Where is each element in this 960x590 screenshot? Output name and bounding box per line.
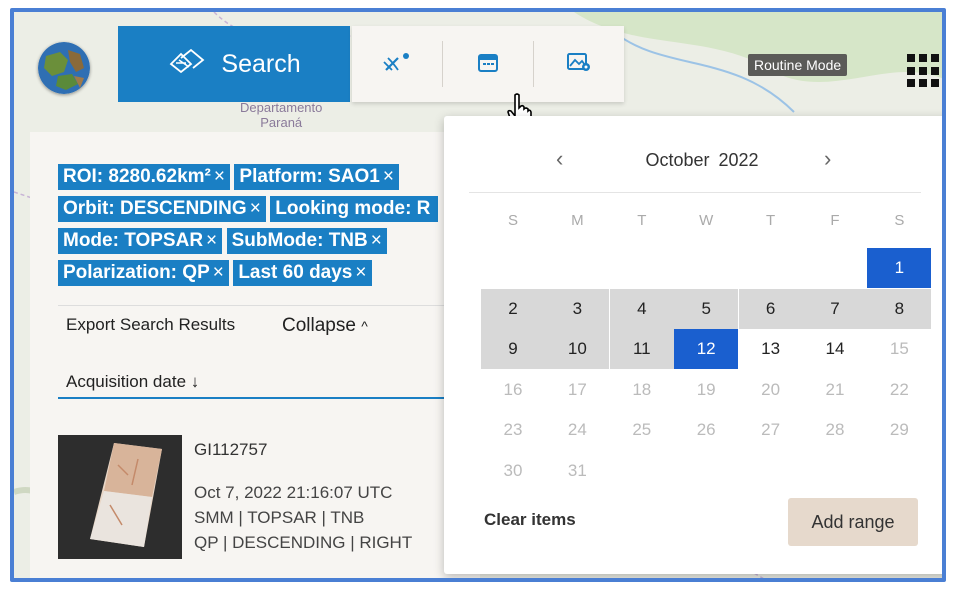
- remove-filter-icon[interactable]: ×: [250, 198, 261, 219]
- filter-row: Orbit: DESCENDING × Looking mode: R: [58, 196, 439, 228]
- search-button[interactable]: Search: [118, 26, 350, 102]
- apps-grid-icon[interactable]: [907, 54, 941, 88]
- calendar-day[interactable]: 8: [867, 288, 932, 329]
- clear-items-button[interactable]: Clear items: [484, 510, 576, 530]
- calendar-day[interactable]: 16: [481, 370, 545, 410]
- calendar-day[interactable]: 20: [739, 370, 803, 410]
- filter-chip-mode[interactable]: Mode: TOPSAR ×: [58, 228, 223, 254]
- calendar-day[interactable]: 27: [739, 410, 803, 450]
- calendar-day[interactable]: 6: [738, 288, 803, 329]
- result-date: Oct 7, 2022 21:16:07 UTC: [194, 483, 393, 502]
- export-results-link[interactable]: Export Search Results: [66, 315, 235, 335]
- calendar-day[interactable]: 5: [674, 288, 739, 329]
- remove-filter-icon[interactable]: ×: [383, 166, 394, 187]
- search-icon: [167, 48, 207, 81]
- filter-chip-looking-mode[interactable]: Looking mode: R: [270, 196, 439, 222]
- calendar-day[interactable]: 24: [545, 410, 609, 450]
- chevron-up-icon: ^: [361, 318, 368, 334]
- weekday-label: W: [699, 212, 714, 229]
- map-region-label-line2: Paraná: [260, 115, 303, 130]
- calendar-day[interactable]: 15: [867, 329, 931, 369]
- calendar-year[interactable]: 2022: [719, 150, 759, 170]
- satellite-tool-button[interactable]: [352, 41, 443, 87]
- weekday-label: S: [894, 212, 905, 229]
- image-settings-tool-button[interactable]: [534, 41, 624, 87]
- filter-chip-platform[interactable]: Platform: SAO1 ×: [234, 164, 399, 190]
- filter-chip-date-range[interactable]: Last 60 days ×: [233, 260, 372, 286]
- filter-chip-submode[interactable]: SubMode: TNB ×: [226, 228, 387, 254]
- filter-row: Polarization: QP × Last 60 days ×: [58, 260, 438, 292]
- filter-row: Mode: TOPSAR × SubMode: TNB ×: [58, 228, 438, 260]
- remove-filter-icon[interactable]: ×: [355, 262, 366, 283]
- result-meta: Oct 7, 2022 21:16:07 UTC SMM | TOPSAR | …: [194, 480, 412, 555]
- calendar-day[interactable]: 4: [609, 288, 674, 329]
- remove-filter-icon[interactable]: ×: [371, 230, 382, 251]
- calendar-day[interactable]: 7: [803, 288, 867, 329]
- calendar-day[interactable]: 9: [481, 329, 545, 369]
- calendar-day[interactable]: 11: [609, 329, 674, 369]
- weekday-label: F: [830, 212, 840, 229]
- calendar-tool-button[interactable]: [443, 41, 534, 87]
- map-region-label: Departamento Paraná: [240, 100, 322, 130]
- remove-filter-icon[interactable]: ×: [214, 166, 225, 187]
- calendar-month-year: October 2022: [444, 150, 942, 171]
- calendar-day[interactable]: 18: [610, 370, 674, 410]
- filter-row: ROI: 8280.62km² × Platform: SAO1 ×: [58, 164, 438, 196]
- result-id[interactable]: GI112757: [194, 440, 267, 460]
- result-thumbnail[interactable]: [58, 435, 182, 559]
- sort-label: Acquisition date: [66, 372, 187, 391]
- chevron-right-icon[interactable]: ›: [824, 146, 831, 172]
- weekday-label: S: [507, 212, 518, 229]
- routine-mode-badge[interactable]: Routine Mode: [748, 54, 848, 76]
- calendar-day[interactable]: 28: [803, 410, 867, 450]
- filter-chip-orbit[interactable]: Orbit: DESCENDING ×: [58, 196, 266, 222]
- calendar-day[interactable]: 31: [545, 451, 609, 491]
- search-label: Search: [221, 49, 301, 78]
- collapse-button[interactable]: Collapse ^: [282, 315, 368, 337]
- filter-chips: ROI: 8280.62km² × Platform: SAO1 × Orbit: …: [58, 164, 439, 292]
- calendar-day[interactable]: 25: [610, 410, 674, 450]
- satellite-icon: [382, 50, 412, 79]
- sort-underline: [58, 397, 468, 399]
- arrow-down-icon: ↓: [190, 372, 200, 391]
- calendar-header: ‹ October 2022 ›: [444, 146, 942, 176]
- calendar-day[interactable]: 21: [803, 370, 867, 410]
- image-settings-icon: [566, 51, 592, 78]
- calendar-divider: [469, 192, 921, 193]
- result-orbit: QP | DESCENDING | RIGHT: [194, 533, 413, 552]
- weekday-label: T: [637, 212, 647, 229]
- result-mode: SMM | TOPSAR | TNB: [194, 508, 365, 527]
- date-picker-popover: ‹ October 2022 › SMTWTFS 1 2 3 4 5 6 7 8 9 10 11 12…: [444, 116, 942, 574]
- calendar-day[interactable]: 17: [545, 370, 609, 410]
- calendar-month[interactable]: October: [645, 150, 709, 170]
- calendar-day[interactable]: 13: [739, 329, 803, 369]
- calendar-day[interactable]: 23: [481, 410, 545, 450]
- calendar-day[interactable]: 3: [545, 288, 610, 329]
- toolbar: [352, 26, 624, 102]
- map-region-label-line1: Departamento: [240, 100, 323, 115]
- calendar-day[interactable]: 12: [674, 329, 739, 369]
- sort-by-acquisition-date[interactable]: Acquisition date ↓: [66, 372, 199, 392]
- weekday-label: M: [571, 212, 584, 229]
- collapse-label: Collapse: [282, 315, 356, 336]
- divider: [58, 305, 468, 306]
- app-frame: Departamento Paraná Search Routine Mode …: [10, 8, 946, 582]
- calendar-day[interactable]: 14: [803, 329, 867, 369]
- calendar-icon: [477, 51, 499, 78]
- calendar-day[interactable]: 30: [481, 451, 545, 491]
- calendar-day[interactable]: 10: [545, 329, 610, 369]
- calendar-day[interactable]: 2: [481, 288, 545, 329]
- add-range-button[interactable]: Add range: [788, 498, 918, 546]
- remove-filter-icon[interactable]: ×: [206, 230, 217, 251]
- calendar-day[interactable]: 26: [674, 410, 738, 450]
- calendar-day[interactable]: 29: [867, 410, 931, 450]
- filter-chip-roi[interactable]: ROI: 8280.62km² ×: [58, 164, 230, 190]
- globe-icon[interactable]: [38, 42, 90, 94]
- calendar-day[interactable]: 1: [867, 248, 932, 288]
- weekday-label: T: [766, 212, 776, 229]
- calendar-day[interactable]: 19: [674, 370, 738, 410]
- filter-chip-polarization[interactable]: Polarization: QP ×: [58, 260, 229, 286]
- remove-filter-icon[interactable]: ×: [213, 262, 224, 283]
- calendar-day[interactable]: 22: [867, 370, 931, 410]
